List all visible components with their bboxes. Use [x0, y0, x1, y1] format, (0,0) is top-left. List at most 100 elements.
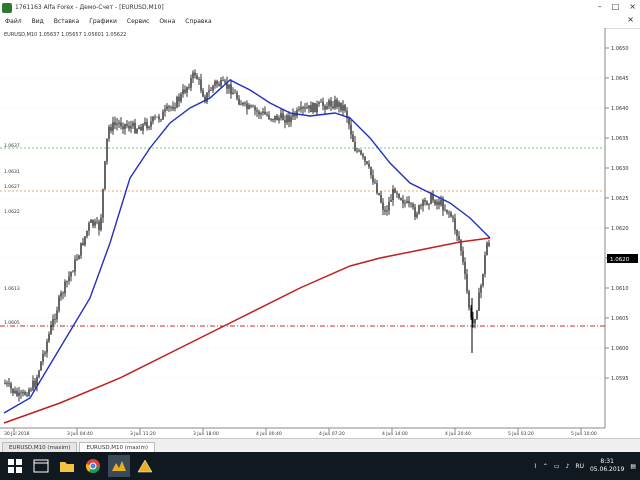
candle-body: [376, 183, 378, 194]
price-tick-label: 1.0605: [611, 316, 629, 322]
time-tick-label: 4 Jun 07:20: [319, 431, 345, 437]
candle-body: [130, 126, 132, 129]
price-level-label: 1.0622: [4, 209, 20, 215]
candle-body: [134, 122, 136, 133]
candle-body: [268, 115, 270, 119]
candle-body: [166, 106, 168, 110]
chevron-up-icon[interactable]: ⌃: [543, 463, 548, 470]
candle-body: [198, 79, 200, 80]
menu-file[interactable]: Файл: [0, 18, 27, 25]
candle-body: [60, 292, 62, 297]
menu-insert[interactable]: Вставка: [49, 18, 84, 25]
time-tick-label: 4 Jun 20:40: [445, 431, 471, 437]
menu-charts[interactable]: Графики: [84, 18, 122, 25]
minimize-button[interactable]: –: [598, 2, 602, 11]
notifications-icon[interactable]: ▤: [630, 463, 636, 470]
candle-body: [86, 230, 88, 237]
file-explorer-icon[interactable]: [30, 455, 52, 477]
metatrader-icon[interactable]: [108, 455, 130, 477]
candle-body: [278, 117, 280, 121]
close-button[interactable]: ×: [629, 2, 636, 11]
candle-body: [64, 281, 66, 294]
candle-body: [260, 112, 262, 115]
candle-body: [414, 207, 416, 218]
chart-close-icon[interactable]: ×: [627, 15, 634, 24]
chrome-icon[interactable]: [82, 455, 104, 477]
candle-body: [30, 389, 32, 391]
candle-body: [164, 109, 166, 112]
candle-body: [300, 107, 302, 110]
candle-body: [308, 105, 310, 109]
candle-body: [106, 138, 108, 162]
candle-body: [276, 115, 278, 121]
candle-body: [374, 182, 376, 184]
candle-body: [4, 383, 6, 384]
candle-body: [184, 89, 186, 93]
candle-body: [20, 392, 22, 394]
candle-body: [138, 126, 140, 130]
network-icon[interactable]: ⌇: [534, 463, 537, 470]
plot-background: [0, 28, 605, 438]
candle-body: [286, 115, 288, 123]
menu-bar: Файл Вид Вставка Графики Сервис Окна Спр…: [0, 15, 640, 29]
candle-body: [136, 129, 138, 133]
menu-view[interactable]: Вид: [27, 18, 49, 25]
candle-body: [88, 222, 90, 231]
candle-body: [122, 126, 124, 129]
candle-body: [154, 116, 156, 118]
candle-body: [126, 124, 128, 126]
menu-window[interactable]: Окна: [154, 18, 180, 25]
candle-body: [274, 115, 276, 120]
candle-body: [262, 111, 264, 113]
language-indicator[interactable]: RU: [575, 463, 584, 470]
candle-body: [336, 99, 338, 107]
candle-body: [212, 85, 214, 91]
candle-body: [304, 107, 306, 109]
candle-body: [270, 118, 272, 120]
candle-body: [464, 261, 466, 274]
trading-app-icon[interactable]: [134, 455, 156, 477]
menu-tools[interactable]: Сервис: [122, 18, 154, 25]
price-tick-label: 1.0640: [611, 106, 629, 112]
candle-body: [140, 126, 142, 131]
candle-body: [360, 150, 362, 155]
candle-body: [434, 200, 436, 205]
candle-body: [192, 72, 194, 79]
chart-area[interactable]: EURUSD,M10 1.05637 1.05657 1.05601 1.056…: [0, 28, 640, 438]
candle-body: [298, 109, 300, 111]
candle-body: [378, 193, 380, 195]
candle-body: [356, 150, 358, 152]
candle-body: [16, 390, 18, 396]
price-tick-label: 1.0650: [611, 46, 629, 52]
candle-body: [210, 90, 212, 91]
menu-help[interactable]: Справка: [180, 18, 216, 25]
candle-body: [120, 122, 122, 127]
candle-body: [458, 235, 460, 241]
folder-icon[interactable]: [56, 455, 78, 477]
candle-body: [104, 161, 106, 190]
price-tick-label: 1.0610: [611, 286, 629, 292]
candle-body: [450, 212, 452, 217]
candle-body: [132, 122, 134, 127]
maximize-button[interactable]: □: [612, 2, 620, 11]
candle-body: [52, 319, 54, 326]
candle-body: [372, 175, 374, 183]
candle-body: [438, 201, 440, 206]
battery-icon[interactable]: ▭: [554, 463, 560, 470]
candle-body: [366, 161, 368, 164]
candle-body: [82, 242, 84, 245]
price-chart[interactable]: EURUSD,M10 1.05637 1.05657 1.05601 1.056…: [0, 28, 640, 438]
clock[interactable]: 8:31 05.06.2019: [590, 458, 624, 474]
price-tick-label: 1.0625: [611, 196, 629, 202]
candle-body: [58, 296, 60, 311]
candle-body: [456, 230, 458, 236]
speaker-icon[interactable]: ♪: [566, 463, 570, 470]
candle-body: [252, 106, 254, 108]
candle-body: [280, 113, 282, 118]
candle-body: [208, 90, 210, 93]
candle-body: [422, 200, 424, 206]
windows-start-icon[interactable]: [4, 455, 26, 477]
price-level-label: 1.0631: [4, 169, 20, 175]
price-tick-label: 1.0595: [611, 376, 629, 382]
candle-body: [170, 106, 172, 108]
